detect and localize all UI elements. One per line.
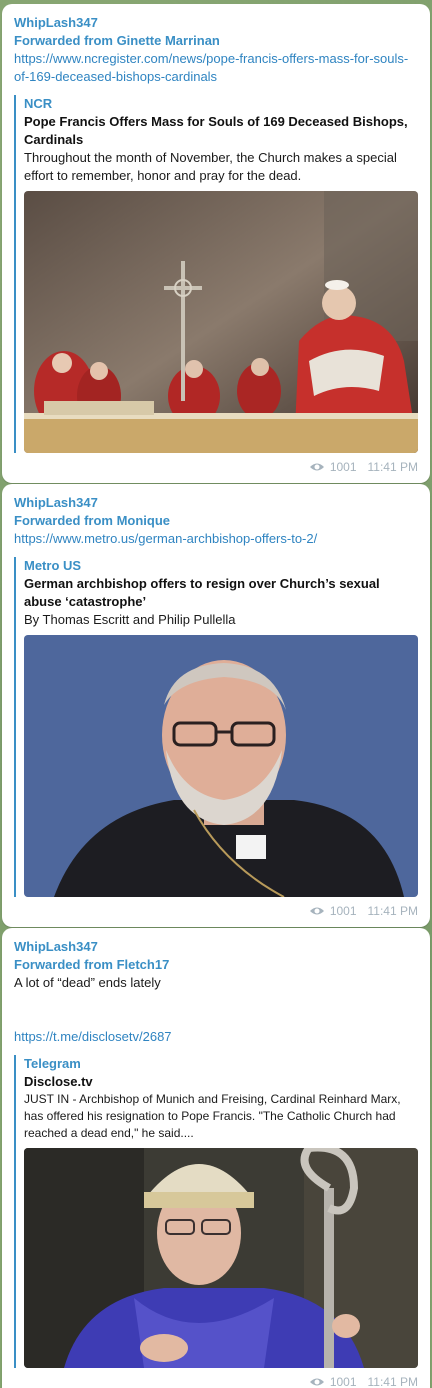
message-3: WhipLash347 Forwarded from Fletch17 A lo…	[2, 928, 430, 1388]
eye-icon	[309, 907, 324, 915]
message-time: 11:41 PM	[367, 1375, 418, 1388]
link-preview[interactable]: NCR Pope Francis Offers Mass for Souls o…	[14, 95, 418, 453]
preview-site-name: Telegram	[24, 1056, 81, 1071]
message-time: 11:41 PM	[367, 904, 418, 918]
link-preview[interactable]: Telegram Disclose.tv JUST IN - Archbisho…	[14, 1055, 418, 1368]
message-1: WhipLash347 Forwarded from Ginette Marri…	[2, 4, 430, 483]
preview-title: German archbishop offers to resign over …	[24, 576, 380, 609]
preview-description: JUST IN - Archbishop of Munich and Freis…	[24, 1092, 401, 1140]
preview-site-name: Metro US	[24, 558, 82, 573]
forwarded-from[interactable]: Forwarded from Monique	[14, 512, 418, 530]
message-meta: 1001 11:41 PM	[14, 459, 418, 475]
view-count: 1001	[329, 1375, 357, 1388]
message-link[interactable]: https://t.me/disclosetv/2687	[14, 1028, 418, 1046]
link-preview[interactable]: Metro US German archbishop offers to res…	[14, 557, 418, 897]
message-2: WhipLash347 Forwarded from Monique https…	[2, 484, 430, 927]
message-meta: 1001 11:41 PM	[14, 1374, 418, 1388]
preview-title: Pope Francis Offers Mass for Souls of 16…	[24, 114, 408, 147]
preview-description: Throughout the month of November, the Ch…	[24, 150, 397, 183]
message-time: 11:41 PM	[367, 460, 418, 474]
sender-name[interactable]: WhipLash347	[14, 938, 418, 956]
preview-image[interactable]	[24, 1148, 418, 1368]
view-count: 1001	[329, 904, 357, 918]
sender-name[interactable]: WhipLash347	[14, 14, 418, 32]
preview-image-archbishop-portrait	[24, 635, 418, 897]
message-link[interactable]: https://www.ncregister.com/news/pope-fra…	[14, 50, 418, 86]
eye-icon	[309, 463, 324, 471]
message-link[interactable]: https://www.metro.us/german-archbishop-o…	[14, 530, 418, 548]
preview-image[interactable]	[24, 635, 418, 897]
message-text: A lot of “dead” ends lately	[14, 975, 161, 990]
view-count: 1001	[329, 460, 357, 474]
forwarded-from[interactable]: Forwarded from Ginette Marrinan	[14, 32, 418, 50]
sender-name[interactable]: WhipLash347	[14, 494, 418, 512]
message-meta: 1001 11:41 PM	[14, 903, 418, 919]
forwarded-from[interactable]: Forwarded from Fletch17	[14, 956, 418, 974]
eye-icon	[309, 1378, 324, 1386]
preview-image-cardinal-mitre	[24, 1148, 418, 1368]
preview-image-pope-mass	[24, 191, 418, 453]
preview-title: Disclose.tv	[24, 1074, 93, 1089]
preview-image[interactable]	[24, 191, 418, 453]
preview-site-name: NCR	[24, 96, 53, 111]
preview-description: By Thomas Escritt and Philip Pullella	[24, 612, 236, 627]
